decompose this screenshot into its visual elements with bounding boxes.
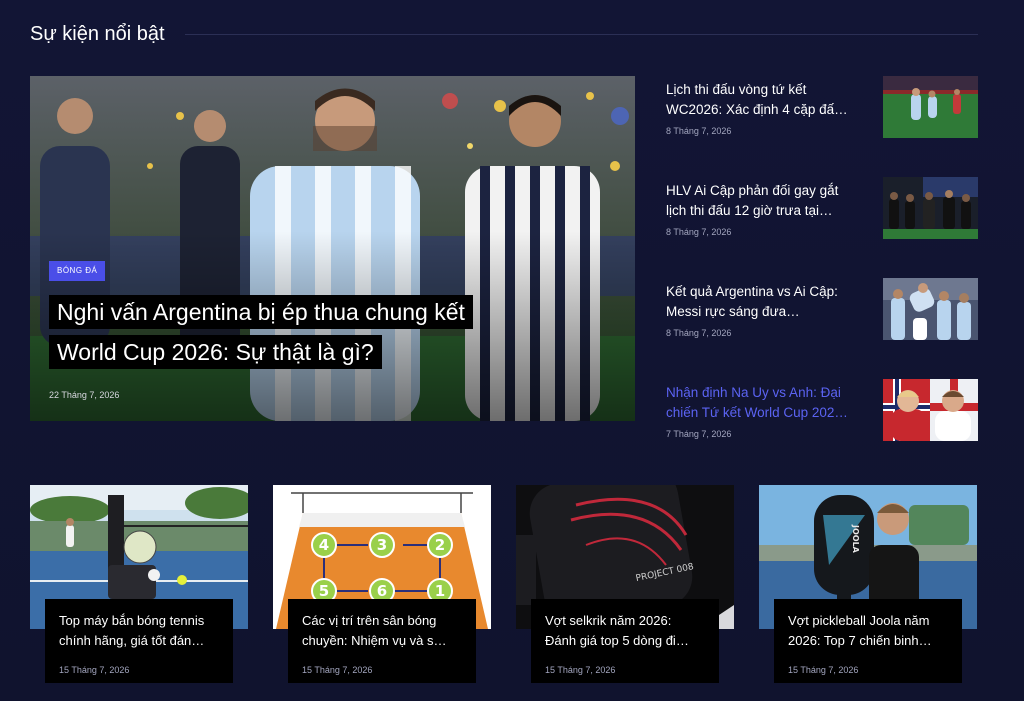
court-position-label: 6 (377, 582, 387, 600)
side-article-date: 8 Tháng 7, 2026 (666, 328, 732, 338)
article-card[interactable]: 4 3 2 5 6 1 Các vị trí trên sân bóng chu… (273, 485, 491, 685)
court-position-label: 1 (435, 582, 445, 600)
side-article-date: 8 Tháng 7, 2026 (666, 126, 732, 136)
side-article-thumbnail[interactable] (883, 379, 978, 441)
card-date: 15 Tháng 7, 2026 (788, 665, 859, 675)
card-caption: Vợt selkrik năm 2026: Đánh giá top 5 dòn… (531, 599, 719, 683)
side-article-title[interactable]: Lịch thi đấu vòng tứ kết WC2026: Xác địn… (666, 80, 862, 120)
section-divider (184, 33, 978, 35)
side-article-title[interactable]: Nhận định Na Uy vs Anh: Đại chiến Tứ kết… (666, 383, 862, 423)
court-position-label: 4 (319, 536, 329, 554)
court-position-label: 5 (319, 582, 329, 600)
side-article-thumbnail[interactable] (883, 76, 978, 138)
article-card[interactable]: PROJECT 008 Vợt selkrik năm 2026: Đánh g… (516, 485, 734, 685)
card-title[interactable]: Top máy bắn bóng tennis chính hãng, giá … (59, 611, 219, 651)
side-article[interactable]: Kết quả Argentina vs Ai Cập: Messi rực s… (666, 278, 978, 342)
card-date: 15 Tháng 7, 2026 (302, 665, 373, 675)
article-card[interactable]: Top máy bắn bóng tennis chính hãng, giá … (30, 485, 248, 685)
card-date: 15 Tháng 7, 2026 (545, 665, 616, 675)
card-caption: Vợt pickleball Joola năm 2026: Top 7 chi… (774, 599, 962, 683)
featured-title[interactable]: Nghi vấn Argentina bị ép thua chung kết … (49, 292, 519, 372)
side-article-date: 7 Tháng 7, 2026 (666, 429, 732, 439)
featured-title-text[interactable]: Nghi vấn Argentina bị ép thua chung kết … (49, 295, 473, 369)
side-article[interactable]: Lịch thi đấu vòng tứ kết WC2026: Xác địn… (666, 76, 978, 140)
court-position-label: 2 (435, 536, 445, 554)
court-position-label: 3 (377, 536, 387, 554)
section-title: Sự kiện nổi bật (30, 22, 165, 45)
side-article-date: 8 Tháng 7, 2026 (666, 227, 732, 237)
card-title[interactable]: Các vị trí trên sân bóng chuyền: Nhiệm v… (302, 611, 462, 651)
featured-date: 22 Tháng 7, 2026 (49, 390, 120, 400)
article-card[interactable]: JOOLA Vợt pickleball Joola năm 2026: Top… (759, 485, 977, 685)
featured-article[interactable]: BÓNG ĐÁ Nghi vấn Argentina bị ép thua ch… (30, 76, 635, 421)
side-article-title[interactable]: HLV Ai Cập phản đối gay gắt lịch thi đấu… (666, 181, 862, 221)
section-header: Sự kiện nổi bật (30, 18, 978, 50)
card-title[interactable]: Vợt selkrik năm 2026: Đánh giá top 5 dòn… (545, 611, 705, 651)
paddle-brand-text: JOOLA (851, 524, 860, 554)
category-badge[interactable]: BÓNG ĐÁ (49, 261, 106, 281)
card-title[interactable]: Vợt pickleball Joola năm 2026: Top 7 chi… (788, 611, 948, 651)
side-article-thumbnail[interactable] (883, 278, 978, 340)
side-article-title[interactable]: Kết quả Argentina vs Ai Cập: Messi rực s… (666, 282, 862, 322)
card-date: 15 Tháng 7, 2026 (59, 665, 130, 675)
side-article[interactable]: HLV Ai Cập phản đối gay gắt lịch thi đấu… (666, 177, 978, 241)
side-article-thumbnail[interactable] (883, 177, 978, 239)
side-article[interactable]: Nhận định Na Uy vs Anh: Đại chiến Tứ kết… (666, 379, 978, 443)
card-caption: Top máy bắn bóng tennis chính hãng, giá … (45, 599, 233, 683)
card-caption: Các vị trí trên sân bóng chuyền: Nhiệm v… (288, 599, 476, 683)
